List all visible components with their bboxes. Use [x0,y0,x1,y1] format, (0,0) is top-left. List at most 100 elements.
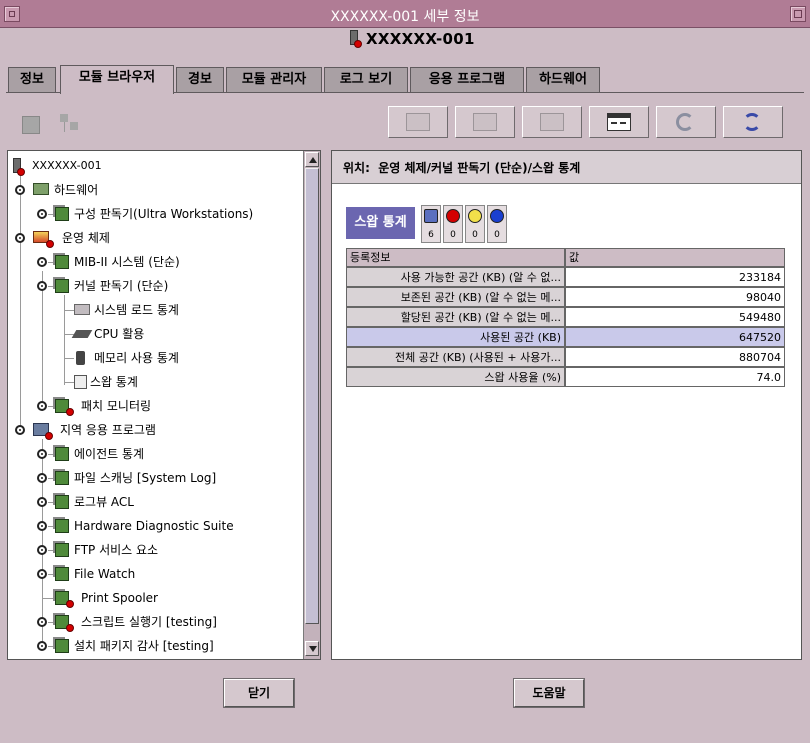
properties-button[interactable] [589,106,649,138]
title-bar: XXXXXX-001 세부 정보 [0,0,810,28]
tree-item-label: Print Spooler [81,591,158,605]
tree-item-label: Hardware Diagnostic Suite [74,519,234,533]
tree-item-label: 스왑 통계 [90,375,138,389]
tree-scrollbar[interactable] [303,151,320,659]
tree-item-swap[interactable]: 스왑 통계 [8,372,308,392]
column-header-property[interactable]: 등록정보 [346,248,565,267]
tree-item-config-reader[interactable]: 구성 판독기(Ultra Workstations) [8,204,308,224]
panel-title: 스왑 통계 [346,207,415,239]
table-row[interactable]: 스왑 사용율 (%) 74.0 [346,367,785,387]
table-cell-value: 74.0 [565,367,785,387]
tree-item-logview-acl[interactable]: 로그뷰 ACL [8,492,308,512]
tree-item-label: FTP 서비스 요소 [74,543,159,557]
tree-item-pkg-audit[interactable]: 설치 패키지 감사 [testing] [8,636,308,656]
collapse-toggle[interactable] [37,473,47,483]
table-row[interactable]: 사용 가능한 공간 (KB) (알 수 없... 233184 [346,267,785,287]
critical-alarm[interactable]: 0 [443,205,463,243]
tree-item-local-apps[interactable]: 지역 응용 프로그램 [8,420,308,440]
edit-button[interactable] [388,106,448,138]
alert-badge-icon [66,600,74,608]
chart-button[interactable] [522,106,582,138]
tree-item-memory[interactable]: 메모리 사용 통계 [8,348,308,368]
tree-line [48,502,54,503]
tree-item-patch-monitor[interactable]: 패치 모니터링 [8,396,308,416]
module-icon [55,447,69,461]
tree-item-hardware[interactable]: 하드웨어 [8,180,308,200]
table-row[interactable]: 전체 공간 (KB) (사용된 + 사용가... 880704 [346,347,785,367]
tree-item-mib[interactable]: MIB-II 시스템 (단순) [8,252,308,272]
table-row-selected[interactable]: 사용된 공간 (KB) 647520 [346,327,785,347]
table-row[interactable]: 할당된 공간 (KB) (알 수 없는 메... 549480 [346,307,785,327]
tree-view-icon[interactable] [60,112,84,134]
tree-line [65,358,74,359]
tree-item-label: 로그뷰 ACL [74,495,134,509]
collapse-toggle[interactable] [37,617,47,627]
collapse-toggle[interactable] [37,257,47,267]
tree-item-print-spooler[interactable]: Print Spooler [8,588,308,608]
tab-module-browser[interactable]: 모듈 브라우저 [60,65,174,94]
tree-line [48,214,54,215]
collapse-toggle[interactable] [37,449,47,459]
tree-item-cpu[interactable]: CPU 활용 [8,324,308,344]
tree-item-script-runner[interactable]: 스크립트 실행기 [testing] [8,612,308,632]
properties-icon [607,113,631,131]
tree-line [48,286,54,287]
collapse-toggle[interactable] [37,545,47,555]
tree-item-label: MIB-II 시스템 (단순) [74,255,180,269]
tab-alarms[interactable]: 경보 [176,67,224,93]
tree-line [65,310,74,311]
help-button[interactable]: 도움말 [514,679,584,707]
module-view-icon[interactable] [22,112,42,134]
module-tree[interactable]: XXXXXX-001 하드웨어 구성 판독기(Ultra Workstation… [7,150,321,660]
expand-toggle[interactable] [15,233,25,243]
tab-log-view[interactable]: 로그 보기 [324,67,408,93]
collapse-toggle[interactable] [37,209,47,219]
collapse-toggle[interactable] [37,569,47,579]
maximize-button[interactable] [790,6,806,22]
down-alarm[interactable]: 0 [487,205,507,243]
scroll-down-button[interactable] [305,641,319,656]
refresh-button[interactable] [656,106,716,138]
collapse-toggle[interactable] [37,497,47,507]
tab-applications[interactable]: 응용 프로그램 [410,67,524,93]
table-cell-value: 647520 [565,327,785,347]
collapse-toggle[interactable] [37,641,47,651]
swap-icon [74,375,87,389]
table-row[interactable]: 보존된 공간 (KB) (알 수 없는 메... 98040 [346,287,785,307]
sync-button[interactable] [723,106,783,138]
collapse-toggle[interactable] [37,401,47,411]
module-icon [55,495,69,509]
tab-info[interactable]: 정보 [8,67,56,93]
table-cell-property: 전체 공간 (KB) (사용된 + 사용가... [346,347,565,367]
tree-item-label: 설치 패키지 감사 [testing] [74,639,214,653]
column-header-value[interactable]: 값 [565,248,785,267]
tree-line [48,550,54,551]
tree-item-system-load[interactable]: 시스템 로드 통계 [8,300,308,320]
graph-button[interactable] [455,106,515,138]
expand-toggle[interactable] [37,281,47,291]
expand-toggle[interactable] [15,185,25,195]
alarm-count: 0 [450,230,456,240]
alert-badge-icon [66,408,74,416]
close-button[interactable]: 닫기 [224,679,294,707]
location-text: 위치: 운영 체제/커널 판독기 (단순)/스왑 통계 [343,159,580,176]
module-icon [55,543,69,557]
tree-root[interactable]: XXXXXX-001 [8,156,308,176]
tree-item-hw-diag[interactable]: Hardware Diagnostic Suite [8,516,308,536]
scroll-thumb[interactable] [305,168,319,624]
tab-module-manager[interactable]: 모듈 관리자 [226,67,322,93]
tree-item-file-watch[interactable]: File Watch [8,564,308,584]
scroll-up-button[interactable] [305,152,319,167]
warning-alarm[interactable]: 0 [465,205,485,243]
expand-toggle[interactable] [15,425,25,435]
tree-item-file-scan[interactable]: 파일 스캐닝 [System Log] [8,468,308,488]
tree-item-os[interactable]: 운영 체제 [8,228,308,248]
location-path: 운영 체제/커널 판독기 (단순)/스왑 통계 [378,161,581,175]
tree-item-kernel-reader[interactable]: 커널 판독기 (단순) [8,276,308,296]
tree-item-agent-stats[interactable]: 에이전트 통계 [8,444,308,464]
collapse-toggle[interactable] [37,521,47,531]
location-bar: 위치: 운영 체제/커널 판독기 (단순)/스왑 통계 [332,151,801,184]
tree-item-ftp[interactable]: FTP 서비스 요소 [8,540,308,560]
info-alarm[interactable]: 6 [421,205,441,243]
tab-hardware[interactable]: 하드웨어 [526,67,600,93]
